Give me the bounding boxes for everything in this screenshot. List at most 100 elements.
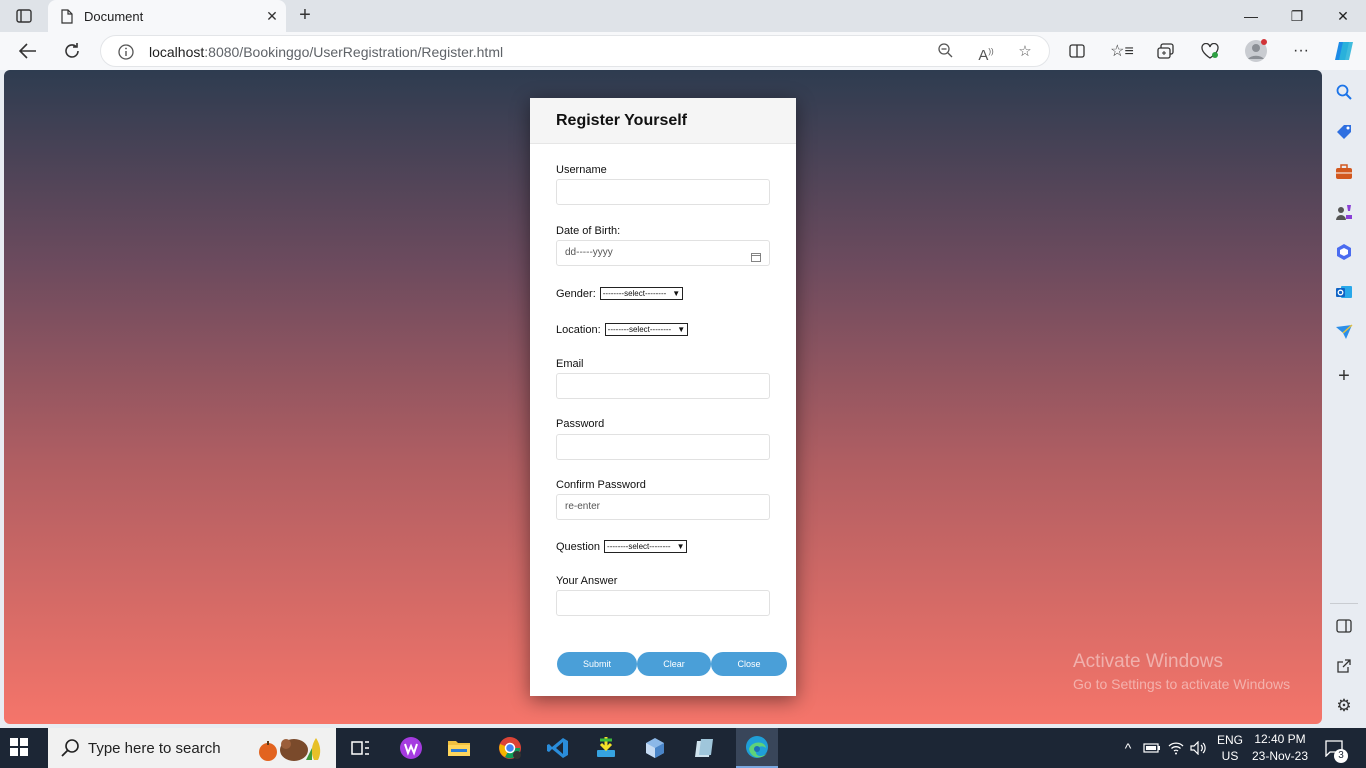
search-placeholder: Type here to search	[88, 739, 221, 757]
password-input[interactable]	[556, 434, 770, 460]
answer-input[interactable]	[556, 590, 770, 616]
tab-bar: Document ✕ + — ❐ ✕	[0, 0, 1366, 32]
restore-button[interactable]: ❐	[1274, 0, 1320, 32]
location-label: Location:	[556, 323, 601, 336]
username-label: Username	[556, 164, 607, 176]
username-input[interactable]	[556, 179, 770, 205]
windows-start-icon[interactable]	[10, 738, 32, 760]
new-tab-button[interactable]: +	[292, 4, 318, 28]
collections-icon[interactable]	[1152, 38, 1180, 64]
3d-box-icon[interactable]	[638, 733, 672, 763]
registration-form: Register Yourself Username Date of Birth…	[530, 98, 796, 696]
notification-count-badge: 3	[1334, 749, 1348, 763]
refresh-button[interactable]	[57, 37, 87, 65]
edge-sidebar: + ⚙	[1322, 70, 1366, 724]
form-title: Register Yourself	[556, 112, 688, 129]
tab-title: Document	[84, 8, 144, 24]
favorites-icon[interactable]: ☆≡	[1108, 38, 1136, 64]
site-info-icon[interactable]	[117, 43, 135, 61]
search-icon	[60, 738, 80, 758]
document-icon	[60, 8, 74, 24]
clock-time: 12:40 PM	[1254, 732, 1306, 746]
chevron-down-icon: ▼	[672, 289, 681, 298]
confirm-password-label: Confirm Password	[556, 479, 646, 491]
edge-icon[interactable]	[736, 728, 778, 768]
close-tab-icon[interactable]: ✕	[258, 8, 286, 25]
wps-office-icon[interactable]	[394, 733, 428, 763]
activate-windows-title: Activate Windows	[1073, 651, 1223, 672]
chrome-icon[interactable]	[493, 733, 527, 763]
gender-row: Gender: --------select-------- ▼	[556, 287, 684, 300]
location-select[interactable]: --------select-------- ▼	[604, 323, 689, 336]
file-explorer-icon[interactable]	[442, 733, 476, 763]
settings-gear-icon[interactable]: ⚙	[1332, 694, 1356, 718]
wifi-icon[interactable]	[1166, 728, 1186, 768]
add-sidebar-item-icon[interactable]: +	[1332, 364, 1356, 388]
dob-label: Date of Birth:	[556, 225, 621, 237]
open-external-icon[interactable]	[1332, 654, 1356, 678]
shopping-tag-icon[interactable]	[1332, 120, 1356, 144]
confirm-password-input[interactable]: re-enter	[556, 494, 770, 520]
clear-button[interactable]: Clear	[637, 652, 711, 676]
favorite-star-icon[interactable]: ☆	[1015, 42, 1035, 62]
battery-icon[interactable]	[1142, 728, 1162, 768]
browser-tab[interactable]: Document ✕	[48, 0, 286, 32]
language-code: ENG	[1216, 733, 1243, 747]
clock-date: 23-Nov-23	[1251, 749, 1309, 763]
email-input[interactable]	[556, 373, 770, 399]
activate-windows-subtitle: Go to Settings to activate Windows	[1073, 676, 1291, 692]
question-select[interactable]: --------select-------- ▼	[604, 540, 688, 553]
download-app-icon[interactable]	[589, 733, 623, 763]
copilot-icon[interactable]	[1330, 38, 1358, 64]
answer-label: Your Answer	[556, 575, 618, 587]
location-row: Location: --------select-------- ▼	[556, 323, 689, 336]
gender-select[interactable]: --------select-------- ▼	[599, 287, 684, 300]
confirm-placeholder: re-enter	[565, 501, 601, 512]
calendar-icon[interactable]	[751, 248, 761, 262]
form-header: Register Yourself	[530, 98, 796, 144]
vscode-icon[interactable]	[541, 733, 575, 763]
tab-actions-icon[interactable]	[10, 6, 38, 26]
chevron-down-icon: ▼	[677, 325, 686, 334]
gender-label: Gender:	[556, 287, 596, 300]
tools-briefcase-icon[interactable]	[1332, 160, 1356, 184]
sidebar-divider	[1330, 603, 1358, 604]
taskbar-search-box[interactable]: Type here to search	[48, 728, 336, 768]
email-label: Email	[556, 358, 584, 370]
volume-icon[interactable]	[1189, 728, 1209, 768]
windows-taskbar: Type here to search ^ ENG US 12:40 PM 23…	[0, 728, 1366, 768]
address-bar[interactable]: localhost:8080/Bookinggo/UserRegistratio…	[100, 35, 1050, 67]
notifications-icon[interactable]: 3	[1320, 728, 1350, 768]
outlook-icon[interactable]	[1332, 280, 1356, 304]
dob-input[interactable]: dd-----yyyy	[556, 240, 770, 266]
clock[interactable]: 12:40 PM 23-Nov-23	[1248, 728, 1312, 768]
language-indicator[interactable]: ENG US	[1213, 728, 1247, 768]
thanksgiving-icon	[256, 734, 330, 762]
window-close-button[interactable]: ✕	[1320, 0, 1366, 32]
read-aloud-icon[interactable]: A))	[976, 42, 996, 64]
search-icon[interactable]	[1332, 80, 1356, 104]
minimize-button[interactable]: —	[1228, 0, 1274, 32]
close-button[interactable]: Close	[711, 652, 787, 676]
hide-sidebar-icon[interactable]	[1332, 614, 1356, 638]
profile-avatar[interactable]	[1242, 38, 1270, 64]
submit-button[interactable]: Submit	[557, 652, 637, 676]
notes-app-icon[interactable]	[687, 733, 721, 763]
split-screen-icon[interactable]	[1063, 38, 1091, 64]
page-viewport: Register Yourself Username Date of Birth…	[4, 70, 1322, 724]
task-view-icon[interactable]	[343, 733, 377, 763]
chevron-down-icon: ▼	[676, 542, 685, 551]
dob-placeholder: dd-----yyyy	[565, 247, 613, 258]
more-options-icon[interactable]: ···	[1287, 38, 1315, 64]
question-row: Question --------select-------- ▼	[556, 540, 688, 553]
games-icon[interactable]	[1332, 200, 1356, 224]
browser-essentials-icon[interactable]	[1196, 38, 1224, 64]
send-icon[interactable]	[1332, 320, 1356, 344]
region-code: US	[1221, 749, 1239, 763]
microsoft365-icon[interactable]	[1332, 240, 1356, 264]
url-text: localhost:8080/Bookinggo/UserRegistratio…	[149, 44, 504, 60]
question-label: Question	[556, 540, 601, 553]
zoom-icon[interactable]	[935, 42, 955, 62]
show-hidden-icons-chevron-up-icon[interactable]: ^	[1118, 728, 1138, 768]
back-button[interactable]	[13, 37, 43, 65]
